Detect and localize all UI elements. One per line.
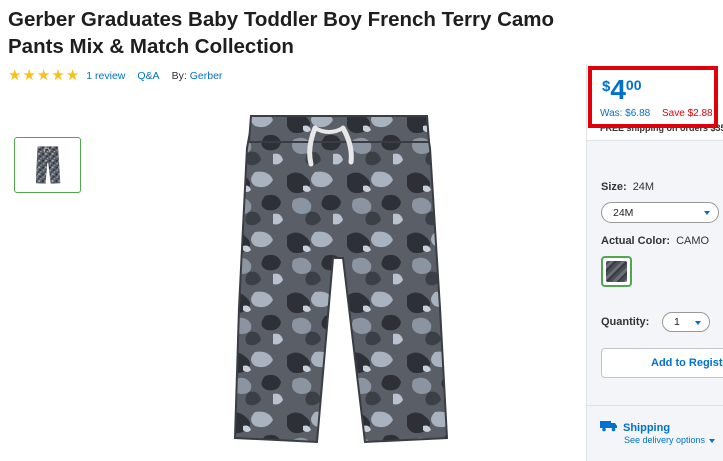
savings-amount: Save $2.88	[662, 108, 713, 119]
star-icon: ★	[51, 67, 65, 84]
color-label: Actual Color:	[601, 235, 671, 247]
size-select[interactable]: 24M	[601, 202, 719, 223]
size-row: Size: 24M	[601, 181, 654, 193]
chevron-down-icon	[695, 321, 701, 325]
qa-link[interactable]: Q&A	[137, 70, 159, 82]
color-row: Actual Color: CAMO	[601, 235, 709, 247]
star-icon: ★	[65, 67, 80, 84]
quantity-row: Quantity:	[601, 316, 655, 328]
was-price: Was: $6.88	[600, 108, 651, 119]
chevron-down-icon	[704, 211, 710, 215]
price-cents: 00	[625, 77, 642, 93]
quantity-label: Quantity:	[601, 316, 650, 328]
brand-link[interactable]: Gerber	[190, 70, 223, 82]
size-value: 24M	[632, 181, 655, 193]
product-title: Gerber Graduates Baby Toddler Boy French…	[8, 8, 555, 58]
brand-byline: By: Gerber	[172, 70, 223, 82]
size-label: Size:	[601, 181, 627, 193]
color-value: CAMO	[676, 235, 710, 247]
price-box: $ 4 00 Was: $6.88 Save $2.88	[588, 66, 718, 128]
star-icon: ★	[36, 67, 51, 84]
quantity-value: 1	[674, 316, 680, 328]
thumbnail-pants-image	[35, 146, 60, 184]
camo-swatch-image	[606, 261, 627, 282]
price-dollars: 4	[610, 74, 626, 105]
shipping-title: Shipping	[623, 422, 671, 434]
delivery-options-label: See delivery options	[624, 435, 706, 445]
color-swatch-camo[interactable]	[601, 256, 632, 287]
rating-stars[interactable]: ★ ★ ★ ★ ★	[8, 68, 80, 83]
product-meta: ★ ★ ★ ★ ★ 1 review Q&A By: Gerber	[8, 68, 222, 83]
by-label: By:	[171, 69, 187, 82]
divider	[587, 405, 723, 406]
delivery-options-link[interactable]: See delivery options	[624, 435, 716, 445]
size-select-value: 24M	[613, 207, 634, 219]
star-icon: ★	[8, 67, 22, 84]
quantity-select[interactable]: 1	[662, 312, 710, 332]
reviews-link[interactable]: 1 review	[86, 70, 125, 82]
truck-icon	[600, 421, 617, 432]
price-currency: $	[602, 78, 611, 95]
add-to-registry-button[interactable]: Add to Registry	[601, 348, 723, 378]
product-image	[225, 108, 455, 448]
chevron-down-icon	[709, 438, 716, 443]
star-icon: ★	[22, 67, 36, 84]
current-price: $ 4 00	[602, 75, 642, 105]
product-thumbnail[interactable]	[14, 137, 81, 193]
